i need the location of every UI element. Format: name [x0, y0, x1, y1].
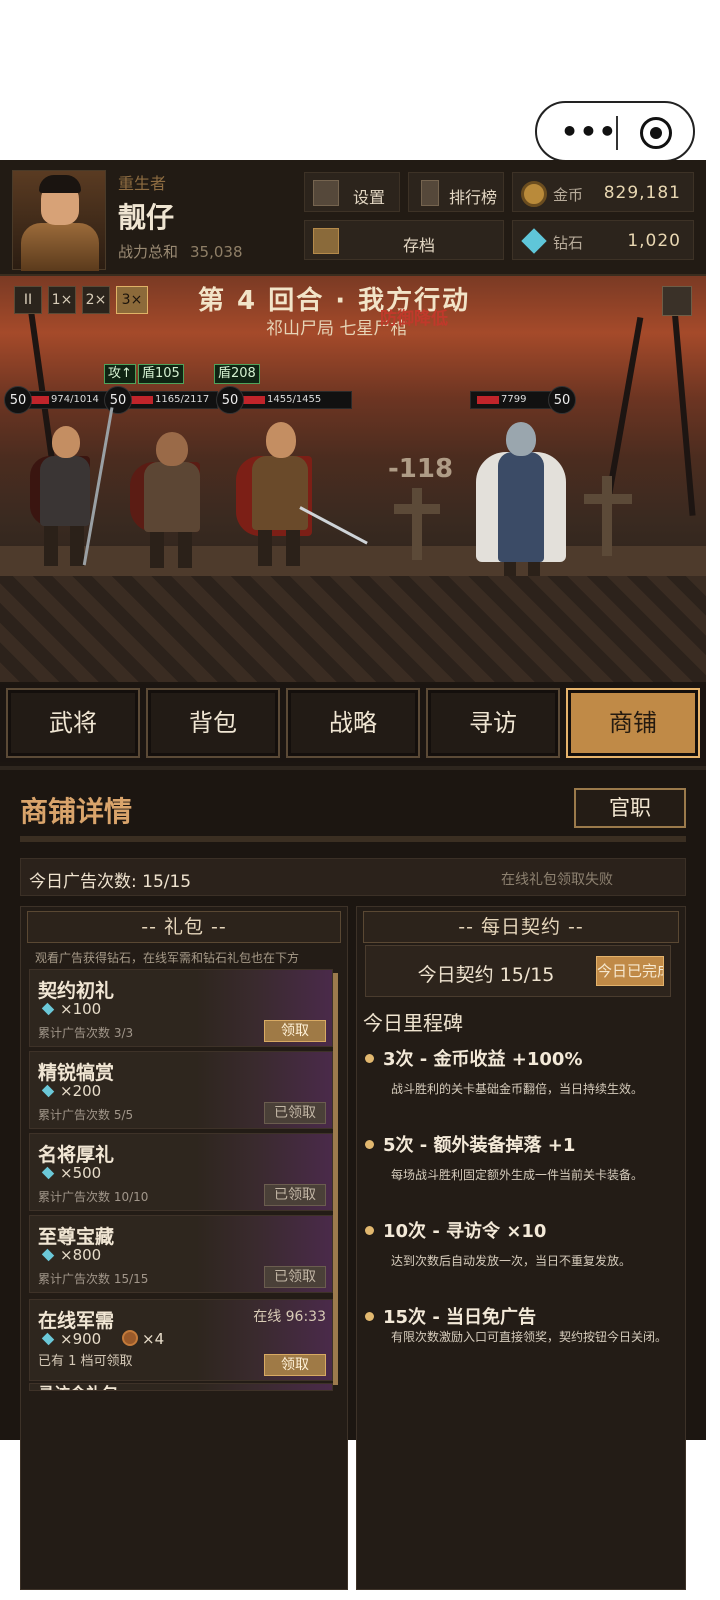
online-timer: 在线 96:33: [253, 1309, 326, 1325]
diamond-display: 钻石 1,020: [512, 220, 694, 260]
tower-icon: [421, 180, 439, 206]
official-rank-button[interactable]: 官职: [574, 788, 686, 828]
settings-button[interactable]: 设置: [304, 172, 400, 212]
diamond-icon: [41, 1166, 55, 1180]
contract-progress: 今日契约 15/15 今日已完成: [365, 945, 671, 997]
tab-shop[interactable]: 商铺: [566, 688, 700, 758]
save-button[interactable]: 存档: [304, 220, 504, 260]
speed-1x-button[interactable]: 1×: [48, 286, 76, 314]
claimed-button: 已领取: [264, 1184, 326, 1206]
player-name: 靓仔: [118, 201, 175, 234]
title-underline: [20, 836, 686, 842]
online-supply-card: 在线军需 在线 96:33 ×900 ×4 已有 1 档可领取 领取: [29, 1299, 333, 1381]
diamond-icon: [41, 1248, 55, 1262]
gold-coin-icon: [521, 181, 547, 207]
ad-count: 今日广告次数: 15/15: [29, 872, 192, 892]
ad-count-bar: 今日广告次数: 15/15 在线礼包领取失败: [20, 858, 686, 896]
diamond-icon: [41, 1084, 55, 1098]
game-screen: 重生者 靓仔 战力总和 35,038 设置 排行榜 存档 金币 829,181 钻…: [0, 160, 706, 1590]
tab-backpack[interactable]: 背包: [146, 688, 280, 758]
diamond-icon: [41, 1332, 55, 1346]
claim-button[interactable]: 领取: [264, 1020, 326, 1042]
battlefield-ground: [0, 576, 706, 682]
chest-icon: [313, 228, 339, 254]
milestone-title: 今日里程碑: [363, 1011, 463, 1035]
diamond-value: 1,020: [627, 231, 681, 251]
total-power: 战力总和 35,038: [118, 243, 243, 261]
capsule-divider: [616, 116, 618, 150]
gold-display: 金币 829,181: [512, 172, 694, 212]
tab-generals[interactable]: 武将: [6, 688, 140, 758]
speed-3x-button[interactable]: 3×: [116, 286, 148, 314]
gift-card-partial: 寻访令礼包: [29, 1383, 333, 1391]
tab-strategy[interactable]: 战略: [286, 688, 420, 758]
pause-button[interactable]: II: [14, 286, 42, 314]
ally-level: 50: [104, 386, 132, 414]
gift-card: 至尊宝藏 ×800 累计广告次数 15/15 已领取: [29, 1215, 333, 1293]
gift-card: 精锐犒赏 ×200 累计广告次数 5/5 已领取: [29, 1051, 333, 1129]
contract-panel-header: -- 每日契约 --: [363, 911, 679, 943]
token-coin-icon: [122, 1330, 138, 1346]
diamond-icon: [41, 1002, 55, 1016]
settings-icon: [313, 180, 339, 206]
ad-status: 在线礼包领取失败: [501, 872, 613, 888]
more-menu-icon[interactable]: •••: [559, 113, 619, 151]
stats-chart-icon[interactable]: [662, 286, 692, 316]
gift-panel: -- 礼包 -- 观看广告获得钻石，在线军需和钻石礼包也在下方 契约初礼 ×10…: [20, 906, 348, 1590]
player-header: 重生者 靓仔 战力总和 35,038 设置 排行榜 存档 金币 829,181 钻…: [0, 160, 706, 276]
ally-level: 50: [216, 386, 244, 414]
player-avatar[interactable]: [12, 170, 106, 271]
ally-hp-3: 1455/1455 50: [216, 386, 356, 414]
buff-shield: 盾208: [214, 364, 260, 384]
claim-button[interactable]: 领取: [264, 1354, 326, 1376]
miniprogram-capsule: •••: [535, 101, 695, 162]
main-tab-bar: 武将 背包 战略 寻访 商铺: [0, 684, 706, 762]
gift-panel-header: -- 礼包 --: [27, 911, 341, 943]
page-title: 商铺详情: [20, 795, 133, 828]
ally-hp-1: 974/1014 50: [2, 386, 112, 414]
tab-recruit[interactable]: 寻访: [426, 688, 560, 758]
player-role: 重生者: [118, 174, 167, 193]
gift-card: 契约初礼 ×100 累计广告次数 3/3 领取: [29, 969, 333, 1047]
contract-button[interactable]: 今日已完成: [596, 956, 664, 986]
debuff-popup: 防御降低: [380, 309, 448, 329]
enemy-level: 50: [548, 386, 576, 414]
battle-scene: II 1× 2× 3× 第 4 回合 · 我方行动 祁山尸局 七星尸棺 防御降低…: [0, 276, 706, 682]
ally-level: 50: [4, 386, 32, 414]
claimed-button: 已领取: [264, 1102, 326, 1124]
damage-number: -118: [388, 454, 454, 484]
diamond-icon: [521, 228, 547, 254]
gold-value: 829,181: [603, 183, 681, 203]
gift-hint: 观看广告获得钻石，在线军需和钻石礼包也在下方: [35, 951, 300, 965]
enemy-hp: 7799 50: [470, 386, 580, 414]
daily-contract-panel: -- 每日契约 -- 今日契约 15/15 今日已完成 今日里程碑 3次 - 金…: [356, 906, 686, 1590]
claimed-button: 已领取: [264, 1266, 326, 1288]
gift-card: 名将厚礼 ×500 累计广告次数 10/10 已领取: [29, 1133, 333, 1211]
ally-hp-2: 1165/2117 50: [104, 386, 218, 414]
speed-2x-button[interactable]: 2×: [82, 286, 110, 314]
gift-scrollbar[interactable]: [333, 973, 338, 1385]
ranking-button[interactable]: 排行榜: [408, 172, 504, 212]
buff-shield: 盾105: [138, 364, 184, 384]
buff-attack-up: 攻↑: [104, 364, 136, 384]
total-power-value: 35,038: [190, 243, 243, 261]
close-miniprogram-icon[interactable]: [640, 117, 672, 149]
section-divider: [0, 766, 706, 770]
